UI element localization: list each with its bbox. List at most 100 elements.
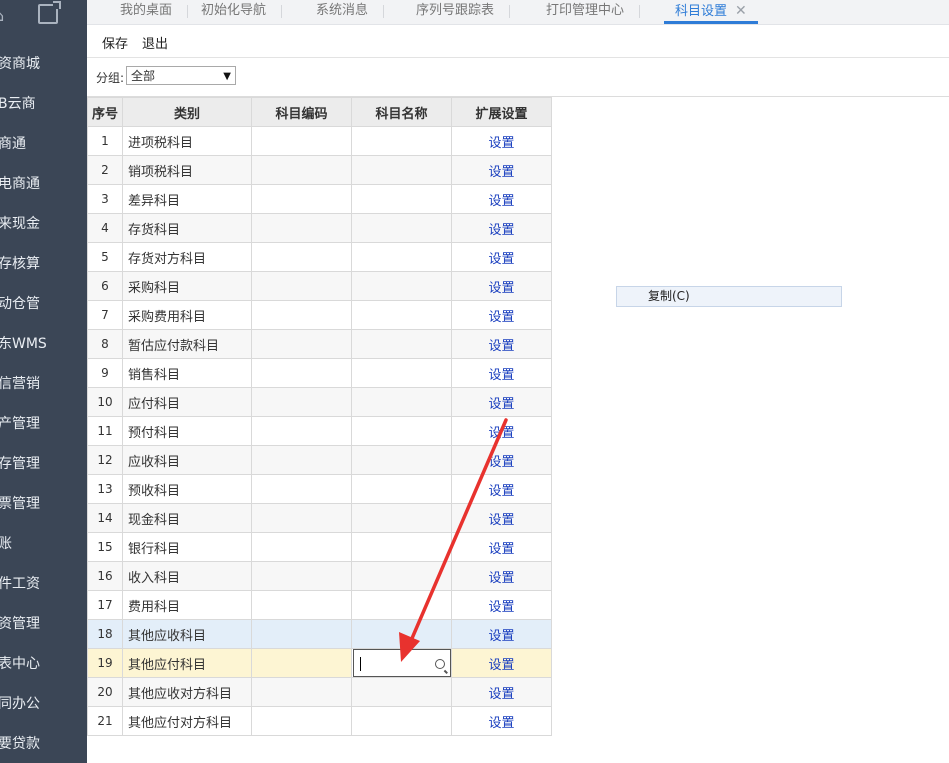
row-name-cell[interactable] (351, 126, 452, 156)
sidebar-item[interactable]: 来现金 (0, 213, 40, 233)
row-code-cell[interactable] (251, 242, 352, 272)
sidebar-item[interactable]: 东WMS (0, 333, 47, 353)
row-name-cell[interactable] (351, 213, 452, 243)
search-icon[interactable] (434, 659, 445, 669)
row-code-cell[interactable] (251, 387, 352, 417)
row-code-cell[interactable] (251, 532, 352, 562)
sidebar-item[interactable]: 动仓管 (0, 293, 40, 313)
table-row[interactable]: 12 应收科目 设置 (87, 445, 552, 475)
row-code-cell[interactable] (251, 300, 352, 330)
table-row[interactable]: 4 存货科目 设置 (87, 213, 552, 243)
sidebar-item[interactable]: 要贷款 (0, 733, 40, 753)
row-settings-link[interactable]: 设置 (451, 619, 552, 649)
row-name-cell[interactable] (351, 532, 452, 562)
row-settings-link[interactable]: 设置 (451, 416, 552, 446)
row-name-cell[interactable] (351, 242, 452, 272)
row-settings-link[interactable]: 设置 (451, 271, 552, 301)
menu-item-copy[interactable]: 复制(C) (648, 287, 690, 306)
row-code-cell[interactable] (251, 155, 352, 185)
row-code-cell[interactable] (251, 329, 352, 359)
table-row[interactable]: 2 销项税科目 设置 (87, 155, 552, 185)
sidebar-item[interactable]: 表中心 (0, 653, 40, 673)
row-name-cell[interactable] (351, 329, 452, 359)
sidebar-item[interactable]: B云商 (0, 93, 36, 113)
row-settings-link[interactable]: 设置 (451, 242, 552, 272)
table-row[interactable]: 5 存货对方科目 设置 (87, 242, 552, 272)
row-code-cell[interactable] (251, 445, 352, 475)
sidebar-item[interactable]: 件工资 (0, 573, 40, 593)
tab-init-guide[interactable]: 初始化导航 (201, 0, 283, 24)
sidebar-item[interactable]: 存核算 (0, 253, 40, 273)
table-row[interactable]: 18 其他应收科目 设置 (87, 619, 552, 649)
sidebar-item[interactable]: 信营销 (0, 373, 40, 393)
table-row[interactable]: 15 银行科目 设置 (87, 532, 552, 562)
sidebar-item[interactable]: 电商通 (0, 173, 40, 193)
group-select[interactable]: 全部 ▼ (126, 66, 236, 85)
row-settings-link[interactable]: 设置 (451, 184, 552, 214)
row-code-cell[interactable] (251, 677, 352, 707)
row-name-cell[interactable] (351, 300, 452, 330)
sidebar-item[interactable]: 商通 (0, 133, 26, 153)
table-row[interactable]: 6 采购科目 设置 (87, 271, 552, 301)
row-settings-link[interactable]: 设置 (451, 155, 552, 185)
row-name-cell[interactable] (351, 358, 452, 388)
row-settings-link[interactable]: 设置 (451, 503, 552, 533)
table-row[interactable]: 16 收入科目 设置 (87, 561, 552, 591)
row-name-cell[interactable] (351, 677, 452, 707)
row-code-cell[interactable] (251, 358, 352, 388)
table-row[interactable]: 13 预收科目 设置 (87, 474, 552, 504)
close-icon[interactable]: ✕ (735, 3, 747, 19)
tab-my-desktop[interactable]: 我的桌面 (120, 0, 189, 24)
table-row[interactable]: 21 其他应付对方科目 设置 (87, 706, 552, 736)
row-code-cell[interactable] (251, 590, 352, 620)
row-code-cell[interactable] (251, 271, 352, 301)
row-code-cell[interactable] (251, 416, 352, 446)
row-name-cell[interactable] (351, 706, 452, 736)
table-row[interactable]: 14 现金科目 设置 (87, 503, 552, 533)
tab-system-messages[interactable]: 系统消息 (316, 0, 385, 24)
row-settings-link[interactable]: 设置 (451, 300, 552, 330)
table-row[interactable]: 20 其他应收对方科目 设置 (87, 677, 552, 707)
row-code-cell[interactable] (251, 213, 352, 243)
row-settings-link[interactable]: 设置 (451, 590, 552, 620)
sidebar-item[interactable]: 资管理 (0, 613, 40, 633)
row-name-cell[interactable] (351, 561, 452, 591)
row-settings-link[interactable]: 设置 (451, 213, 552, 243)
table-row[interactable]: 17 费用科目 设置 (87, 590, 552, 620)
account-name-input[interactable] (352, 649, 451, 677)
row-settings-link[interactable]: 设置 (451, 445, 552, 475)
row-settings-link[interactable]: 设置 (451, 706, 552, 736)
table-row[interactable]: 7 采购费用科目 设置 (87, 300, 552, 330)
home-icon[interactable]: ⌂ (0, 6, 4, 25)
row-settings-link[interactable]: 设置 (451, 126, 552, 156)
table-row[interactable]: 8 暂估应付款科目 设置 (87, 329, 552, 359)
exit-button[interactable]: 退出 (142, 33, 168, 52)
tab-account-settings[interactable]: 科目设置 ✕ (664, 0, 758, 24)
row-name-cell[interactable] (351, 184, 452, 214)
row-name-cell[interactable] (351, 474, 452, 504)
row-name-cell[interactable] (351, 271, 452, 301)
tab-serial-tracking[interactable]: 序列号跟踪表 (416, 0, 511, 24)
sidebar-item[interactable]: 票管理 (0, 493, 40, 513)
row-settings-link[interactable]: 设置 (451, 329, 552, 359)
row-name-cell[interactable] (351, 416, 452, 446)
table-row[interactable]: 11 预付科目 设置 (87, 416, 552, 446)
row-settings-link[interactable]: 设置 (451, 648, 552, 678)
sidebar-item[interactable]: 存管理 (0, 453, 40, 473)
row-settings-link[interactable]: 设置 (451, 561, 552, 591)
row-code-cell[interactable] (251, 503, 352, 533)
row-name-cell[interactable] (351, 155, 452, 185)
table-row[interactable]: 3 差异科目 设置 (87, 184, 552, 214)
save-button[interactable]: 保存 (102, 33, 128, 52)
row-settings-link[interactable]: 设置 (451, 358, 552, 388)
row-code-cell[interactable] (251, 184, 352, 214)
row-name-cell[interactable] (351, 648, 452, 678)
row-settings-link[interactable]: 设置 (451, 532, 552, 562)
row-name-cell[interactable] (351, 590, 452, 620)
row-name-cell[interactable] (351, 619, 452, 649)
table-row[interactable]: 9 销售科目 设置 (87, 358, 552, 388)
row-code-cell[interactable] (251, 474, 352, 504)
table-row[interactable]: 10 应付科目 设置 (87, 387, 552, 417)
row-code-cell[interactable] (251, 561, 352, 591)
row-code-cell[interactable] (251, 619, 352, 649)
